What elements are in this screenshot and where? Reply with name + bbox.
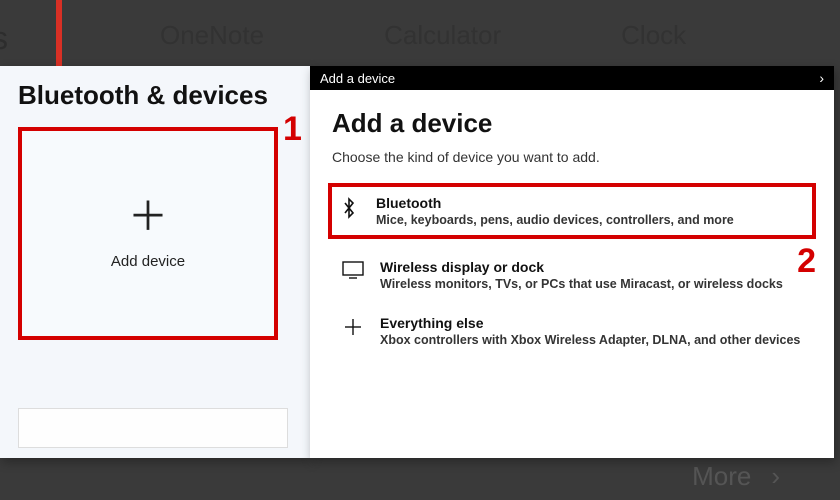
dialog-titlebar: Add a device › <box>310 66 834 90</box>
plus-icon: ＋ <box>128 197 168 237</box>
annotation-marker-1: 1 <box>283 110 302 149</box>
bluetooth-icon <box>336 195 362 219</box>
option-desc: Xbox controllers with Xbox Wireless Adap… <box>380 333 800 347</box>
chevron-right-icon: › <box>819 70 824 86</box>
app-calculator: Calculator <box>384 20 501 51</box>
chevron-right-icon: › <box>771 461 780 492</box>
dialog-subtitle: Choose the kind of device you want to ad… <box>332 149 812 165</box>
search-input[interactable] <box>18 408 288 448</box>
background-apps-row: OneNote Calculator Clock <box>0 20 840 51</box>
app-clock: Clock <box>621 20 686 51</box>
plus-icon <box>340 315 366 337</box>
dialog-titlebar-text: Add a device <box>320 71 395 86</box>
option-bluetooth[interactable]: Bluetooth Mice, keyboards, pens, audio d… <box>328 183 816 239</box>
bg-left-partial: s <box>0 20 8 57</box>
app-onenote: OneNote <box>160 20 264 51</box>
option-desc: Wireless monitors, TVs, or PCs that use … <box>380 277 783 291</box>
add-device-tile[interactable]: ＋ Add device <box>18 127 278 340</box>
monitor-icon <box>340 259 366 279</box>
settings-panel: Bluetooth & devices ＋ Add device <box>0 66 310 458</box>
option-wireless-display[interactable]: Wireless display or dock Wireless monito… <box>332 247 812 303</box>
option-title: Everything else <box>380 315 800 331</box>
option-title: Bluetooth <box>376 195 734 211</box>
background-more: More › <box>692 461 780 492</box>
option-title: Wireless display or dock <box>380 259 783 275</box>
option-desc: Mice, keyboards, pens, audio devices, co… <box>376 213 734 227</box>
option-everything-else[interactable]: Everything else Xbox controllers with Xb… <box>332 303 812 359</box>
bg-red-stripe <box>56 0 62 68</box>
add-device-dialog: Add a device › Add a device Choose the k… <box>310 66 834 458</box>
settings-page-title: Bluetooth & devices <box>18 80 292 111</box>
annotation-marker-2: 2 <box>797 242 816 281</box>
dialog-heading: Add a device <box>332 108 812 139</box>
add-device-label: Add device <box>111 253 185 270</box>
